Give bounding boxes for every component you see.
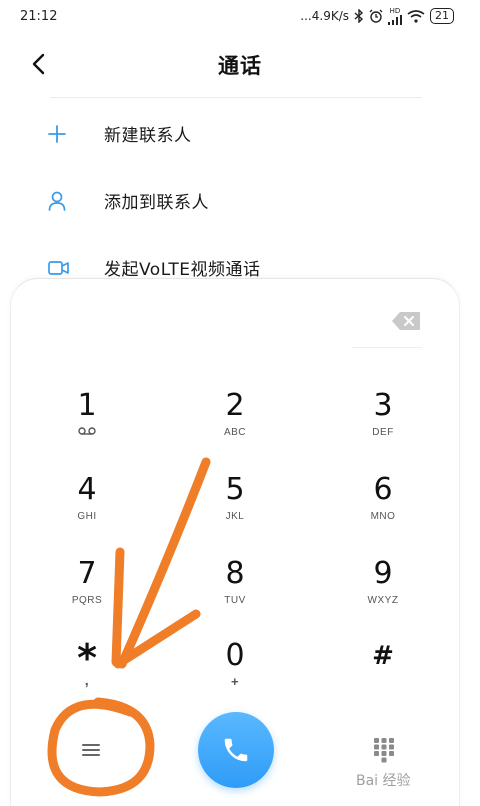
menu-item-label: 添加到联系人 bbox=[104, 193, 209, 213]
phone-icon bbox=[224, 738, 248, 762]
key-0[interactable]: 0 + bbox=[180, 638, 290, 708]
key-letters: PQRS bbox=[71, 595, 103, 606]
wifi-icon bbox=[407, 9, 425, 23]
voicemail-icon bbox=[32, 427, 142, 438]
signal-group: HD bbox=[388, 7, 402, 25]
watermark: Bai 经验 bbox=[356, 773, 411, 789]
menu-icon bbox=[82, 744, 100, 756]
hd-badge: HD bbox=[389, 7, 401, 15]
keypad-toggle-button[interactable] bbox=[364, 730, 404, 770]
bluetooth-icon bbox=[354, 9, 364, 23]
key-letters: , bbox=[84, 672, 90, 688]
key-3[interactable]: 3 DEF bbox=[328, 388, 438, 458]
key-digit: 6 bbox=[373, 472, 393, 507]
page-title: 通话 bbox=[218, 54, 262, 78]
key-letters: GHI bbox=[77, 511, 97, 522]
key-letters: ABC bbox=[223, 427, 247, 438]
battery-indicator: 21 bbox=[430, 8, 454, 24]
key-digit: # bbox=[372, 641, 394, 671]
key-letters: JKL bbox=[225, 511, 245, 522]
key-digit: 9 bbox=[373, 556, 393, 591]
key-digit: 0 bbox=[225, 638, 245, 673]
key-5[interactable]: 5 JKL bbox=[180, 472, 290, 542]
key-digit: 2 bbox=[225, 388, 245, 423]
call-options-menu: 新建联系人 添加到联系人 发起VoLTE视频通话 bbox=[0, 100, 480, 301]
dialpad-icon bbox=[374, 738, 394, 763]
signal-icon bbox=[388, 15, 402, 25]
key-9[interactable]: 9 WXYZ bbox=[328, 556, 438, 626]
key-letters: MNO bbox=[370, 511, 396, 522]
backspace-button[interactable] bbox=[390, 309, 422, 333]
menu-item-label: 新建联系人 bbox=[104, 126, 192, 146]
key-star[interactable]: * , bbox=[32, 638, 142, 708]
header: 通话 bbox=[0, 36, 480, 92]
status-icons: ...4.9K/s HD 21 bbox=[300, 7, 454, 25]
key-1[interactable]: 1 bbox=[32, 388, 142, 458]
key-8[interactable]: 8 TUV bbox=[180, 556, 290, 626]
key-7[interactable]: 7 PQRS bbox=[32, 556, 142, 626]
key-4[interactable]: 4 GHI bbox=[32, 472, 142, 542]
video-camera-icon bbox=[0, 260, 104, 276]
menu-button[interactable] bbox=[66, 730, 116, 770]
key-digit: 3 bbox=[373, 388, 393, 423]
status-bar: 21:12 ...4.9K/s HD 21 bbox=[0, 0, 480, 32]
network-speed: ...4.9K/s bbox=[300, 9, 349, 23]
key-2[interactable]: 2 ABC bbox=[180, 388, 290, 458]
key-letters: TUV bbox=[224, 595, 246, 606]
key-digit: 7 bbox=[77, 556, 97, 591]
backspace-icon bbox=[392, 312, 420, 330]
key-digit: 1 bbox=[77, 388, 97, 423]
call-button[interactable] bbox=[198, 712, 274, 788]
key-letters: DEF bbox=[372, 427, 394, 438]
key-6[interactable]: 6 MNO bbox=[328, 472, 438, 542]
person-icon bbox=[0, 191, 104, 211]
status-time: 21:12 bbox=[20, 8, 58, 24]
menu-item-add-to-contact[interactable]: 添加到联系人 bbox=[0, 167, 480, 234]
key-digit: 4 bbox=[77, 472, 97, 507]
key-digit: 8 bbox=[225, 556, 245, 591]
number-field-underline bbox=[352, 347, 422, 348]
key-hash[interactable]: # bbox=[328, 638, 438, 708]
key-letters: WXYZ bbox=[367, 595, 399, 606]
key-digit: 5 bbox=[225, 472, 245, 507]
divider bbox=[50, 97, 422, 98]
key-letters: + bbox=[230, 674, 240, 689]
alarm-icon bbox=[369, 9, 383, 23]
menu-item-new-contact[interactable]: 新建联系人 bbox=[0, 100, 480, 167]
plus-icon bbox=[0, 124, 104, 143]
menu-item-label: 发起VoLTE视频通话 bbox=[104, 260, 261, 280]
